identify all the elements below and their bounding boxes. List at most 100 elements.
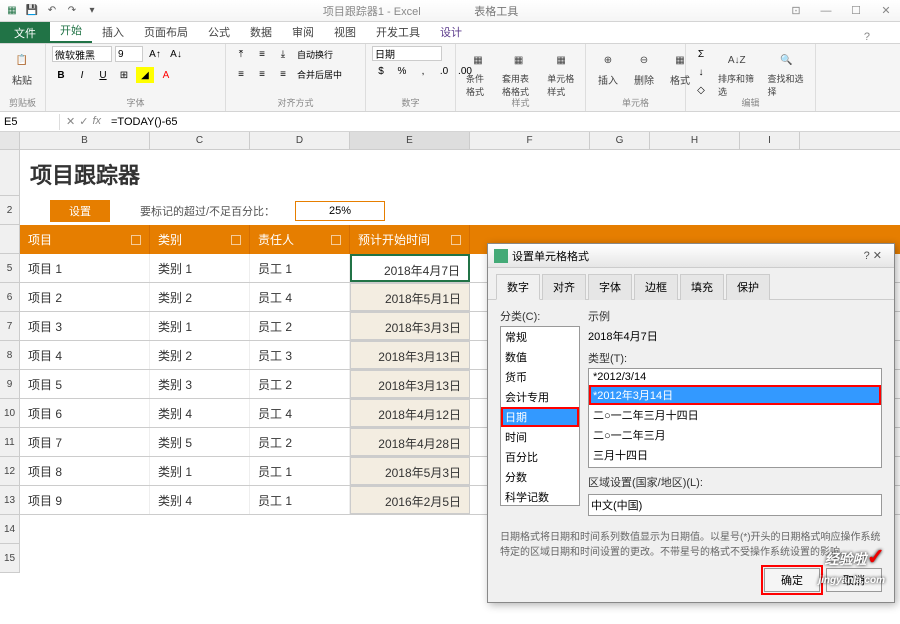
cell-category[interactable]: 类别 4 [150,486,250,514]
cell-owner[interactable]: 员工 3 [250,341,350,369]
type-item[interactable]: 三月十四日 [589,445,881,465]
tab-design[interactable]: 设计 [430,21,472,43]
cell-owner[interactable]: 员工 1 [250,254,350,282]
cell-category[interactable]: 类别 4 [150,399,250,427]
cell-category[interactable]: 类别 1 [150,312,250,340]
decimal-inc-icon[interactable]: .0 [435,63,453,79]
increase-font-icon[interactable]: A↑ [146,46,164,62]
cell-date[interactable]: 2018年4月7日 [350,254,470,282]
type-item[interactable]: 二○一二年三月 [589,425,881,445]
row-header-8[interactable]: 8 [0,341,20,370]
category-listbox[interactable]: 常规数值货币会计专用日期时间百分比分数科学记数文本特殊自定义 [500,326,580,506]
cell-category[interactable]: 类别 5 [150,428,250,456]
tab-formulas[interactable]: 公式 [198,21,240,43]
percent-icon[interactable]: % [393,63,411,79]
align-left-icon[interactable]: ≡ [232,66,250,82]
merge-button[interactable]: 合并后居中 [295,66,344,82]
th-owner[interactable]: 责任人 [250,225,350,254]
row-header-14[interactable]: 14 [0,515,20,544]
comma-icon[interactable]: , [414,63,432,79]
tab-review[interactable]: 审阅 [282,21,324,43]
save-icon[interactable]: 💾 [24,3,40,19]
select-all-corner[interactable] [0,132,20,149]
dlg-tab-number[interactable]: 数字 [496,274,540,300]
align-center-icon[interactable]: ≡ [253,66,271,82]
delete-cells-button[interactable]: ⊖删除 [628,46,660,89]
tab-view[interactable]: 视图 [324,21,366,43]
dlg-tab-font[interactable]: 字体 [588,274,632,300]
fx-icon[interactable]: fx [92,115,101,128]
redo-icon[interactable]: ↷ [64,3,80,19]
cell-category[interactable]: 类别 2 [150,341,250,369]
dialog-titlebar[interactable]: 设置单元格格式 ? ✕ [488,244,894,268]
type-item[interactable]: 2012年3月14日 [589,465,881,468]
cell-project[interactable]: 项目 2 [20,283,150,311]
cell-category[interactable]: 类别 1 [150,457,250,485]
wrap-text-button[interactable]: 自动换行 [295,46,335,62]
th-category[interactable]: 类别 [150,225,250,254]
row-header-15[interactable]: 15 [0,544,20,573]
cell-date[interactable]: 2018年3月13日 [350,341,470,369]
ribbon-options-icon[interactable]: ⊡ [786,3,806,19]
cell-owner[interactable]: 员工 1 [250,457,350,485]
cell-owner[interactable]: 员工 2 [250,312,350,340]
cell-date[interactable]: 2016年2月5日 [350,486,470,514]
formula-input[interactable] [107,114,900,130]
col-header-d[interactable]: D [250,132,350,149]
undo-icon[interactable]: ↶ [44,3,60,19]
cell-owner[interactable]: 员工 4 [250,283,350,311]
col-header-i[interactable]: I [740,132,800,149]
th-project[interactable]: 项目 [20,225,150,254]
align-top-icon[interactable]: ⤒ [232,46,250,62]
cell-owner[interactable]: 员工 1 [250,486,350,514]
row-header-4[interactable] [0,225,20,254]
row-header-13[interactable]: 13 [0,486,20,515]
filter-icon[interactable] [331,235,341,245]
category-item[interactable]: 货币 [501,367,579,387]
table-format-button[interactable]: ▦套用表格格式 [498,46,539,100]
cell-owner[interactable]: 员工 2 [250,428,350,456]
conditional-format-button[interactable]: ▦条件格式 [462,46,494,100]
type-item[interactable]: 二○一二年三月十四日 [589,405,881,425]
underline-button[interactable]: U [94,67,112,83]
category-item[interactable]: 日期 [501,407,579,427]
align-bottom-icon[interactable]: ⤓ [274,46,292,62]
cell-project[interactable]: 项目 6 [20,399,150,427]
row-header-6[interactable]: 6 [0,283,20,312]
category-item[interactable]: 百分比 [501,447,579,467]
cell-project[interactable]: 项目 4 [20,341,150,369]
tab-developer[interactable]: 开发工具 [366,21,430,43]
tab-home[interactable]: 开始 [50,19,92,43]
cell-date[interactable]: 2018年4月12日 [350,399,470,427]
sort-filter-button[interactable]: A↓Z排序和筛选 [714,46,760,100]
paste-button[interactable]: 📋 粘贴 [6,46,38,89]
cell-styles-button[interactable]: ▦单元格样式 [543,46,579,100]
tab-insert[interactable]: 插入 [92,21,134,43]
settings-button[interactable]: 设置 [50,200,110,222]
dlg-tab-fill[interactable]: 填充 [680,274,724,300]
number-format-select[interactable] [372,46,442,61]
tab-file[interactable]: 文件 [0,22,50,43]
bold-button[interactable]: B [52,67,70,83]
row-header-11[interactable]: 11 [0,428,20,457]
cell-date[interactable]: 2018年3月13日 [350,370,470,398]
minimize-icon[interactable]: — [816,3,836,19]
cell-project[interactable]: 项目 9 [20,486,150,514]
col-header-c[interactable]: C [150,132,250,149]
cell-owner[interactable]: 员工 4 [250,399,350,427]
category-item[interactable]: 分数 [501,467,579,487]
cell-project[interactable]: 项目 7 [20,428,150,456]
cancel-formula-icon[interactable]: ✕ [66,115,75,128]
cell-category[interactable]: 类别 2 [150,283,250,311]
col-header-g[interactable]: G [590,132,650,149]
row-header-9[interactable]: 9 [0,370,20,399]
filter-icon[interactable] [231,235,241,245]
dlg-tab-protect[interactable]: 保护 [726,274,770,300]
cell-project[interactable]: 项目 8 [20,457,150,485]
fill-icon[interactable]: ↓ [692,64,710,80]
currency-icon[interactable]: $ [372,63,390,79]
dialog-close-icon[interactable]: ? ✕ [858,249,888,262]
col-header-h[interactable]: H [650,132,740,149]
category-item[interactable]: 数值 [501,347,579,367]
close-icon[interactable]: ✕ [876,3,896,19]
